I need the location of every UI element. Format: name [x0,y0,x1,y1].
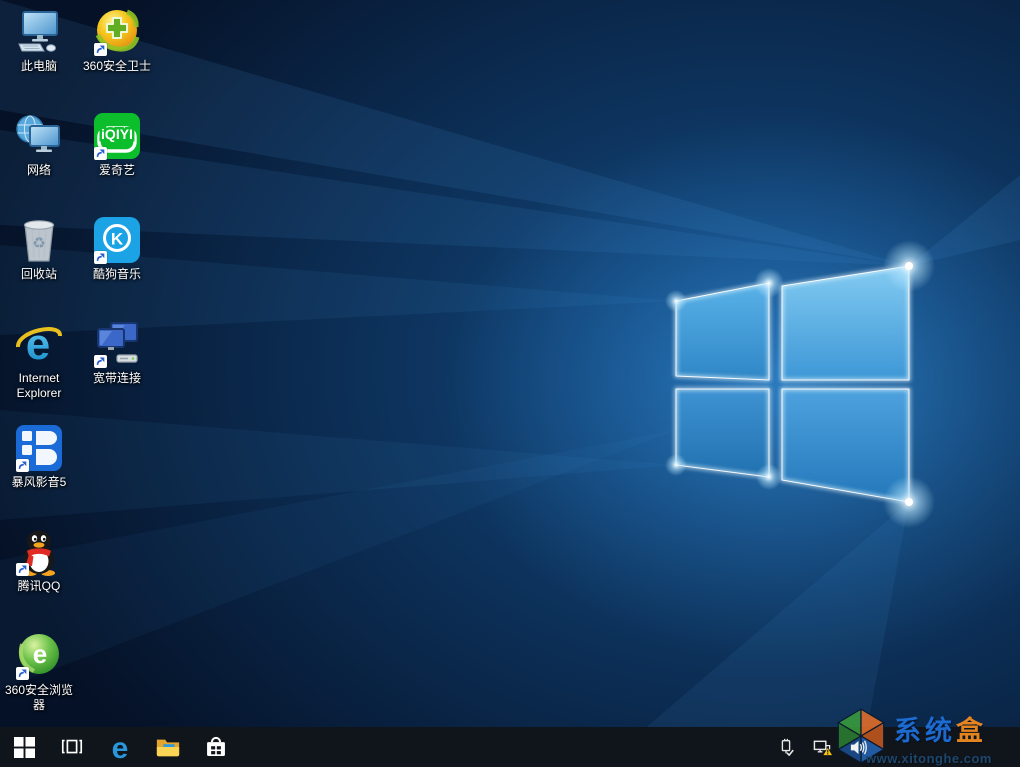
desktop-icon-label: 此电脑 [20,59,57,73]
svg-text:e: e [33,639,47,669]
desktop-icon-kugou-music[interactable]: K 酷狗音乐 [78,216,156,282]
desktop-icon-label: 腾讯QQ [17,579,61,593]
desktop-icon-360-safe[interactable]: 360安全卫士 [78,8,156,74]
iqiyi-icon: iQIYI [93,112,141,160]
task-view-icon [61,739,83,754]
desktop-icon-internet-explorer[interactable]: e Internet Explorer [0,320,78,401]
baofeng-player-icon [15,424,63,472]
shortcut-arrow-icon [16,459,29,472]
broadband-icon [93,320,141,368]
desktop-icon-broadband[interactable]: 宽带连接 [78,320,156,386]
network-tray-button[interactable] [812,737,832,757]
svg-text:K: K [111,230,124,249]
edge-icon: e [112,734,129,760]
desktop-icon-label: 回收站 [20,267,57,281]
desktop: 此电脑 360安全卫士 网络 iQIYI 爱奇艺 ♻ 回收站 K 酷狗音乐 e … [0,0,1020,767]
start-icon [13,736,35,758]
shortcut-arrow-icon [94,355,107,368]
desktop-icon-this-pc[interactable]: 此电脑 [0,8,78,74]
taskbar: e [0,727,1020,767]
watermark-site-url: www.xitonghe.com [866,751,992,766]
desktop-icon-label: 暴风影音5 [11,475,67,489]
watermark-site-name: 系统盒 [894,716,987,746]
shortcut-arrow-icon [16,667,29,680]
edge-button[interactable]: e [96,727,144,767]
file-explorer-icon [156,739,180,757]
usb-tray-button[interactable] [776,737,796,757]
desktop-icon-label: 360安全卫士 [82,59,152,73]
desktop-icon-360-browser[interactable]: e 360安全浏览器 [0,632,78,713]
desktop-icon-label: 360安全浏览器 [4,683,74,712]
usb-icon [781,738,794,756]
desktop-icon-iqiyi[interactable]: iQIYI 爱奇艺 [78,112,156,178]
desktop-icon-network[interactable]: 网络 [0,112,78,178]
task-view-button[interactable] [48,727,96,767]
recycle-bin-icon: ♻ [15,216,63,264]
volume-tray-button[interactable] [848,737,868,757]
svg-text:iQIYI: iQIYI [101,126,133,142]
desktop-icon-label: 网络 [26,163,51,177]
network-warning-icon [813,740,832,755]
qq-penguin-icon [15,528,63,576]
store-icon [207,736,225,756]
file-explorer-button[interactable] [144,727,192,767]
internet-explorer-icon: e [15,320,63,369]
shortcut-arrow-icon [94,43,107,56]
this-pc-icon [15,8,63,56]
system-tray [776,727,868,767]
desktop-icon-label: 爱奇艺 [98,163,135,177]
volume-icon [850,740,867,754]
svg-text:♻: ♻ [32,235,45,252]
desktop-icon-label: 宽带连接 [92,371,141,385]
360-browser-icon: e [15,632,63,680]
desktop-icon-baofeng-player-5[interactable]: 暴风影音5 [0,424,78,490]
shortcut-arrow-icon [94,147,107,160]
desktop-icon-label: Internet Explorer [16,371,62,400]
start-button[interactable] [0,727,48,767]
svg-text:e: e [112,734,129,760]
shortcut-arrow-icon [94,251,107,264]
shortcut-arrow-icon [16,563,29,576]
network-icon [15,112,63,160]
desktop-icon-tencent-qq[interactable]: 腾讯QQ [0,528,78,594]
desktop-icon-recycle-bin[interactable]: ♻ 回收站 [0,216,78,282]
kugou-music-icon: K [93,216,141,264]
store-button[interactable] [192,727,240,767]
desktop-icon-label: 酷狗音乐 [92,267,141,281]
360-safe-icon [93,8,141,56]
